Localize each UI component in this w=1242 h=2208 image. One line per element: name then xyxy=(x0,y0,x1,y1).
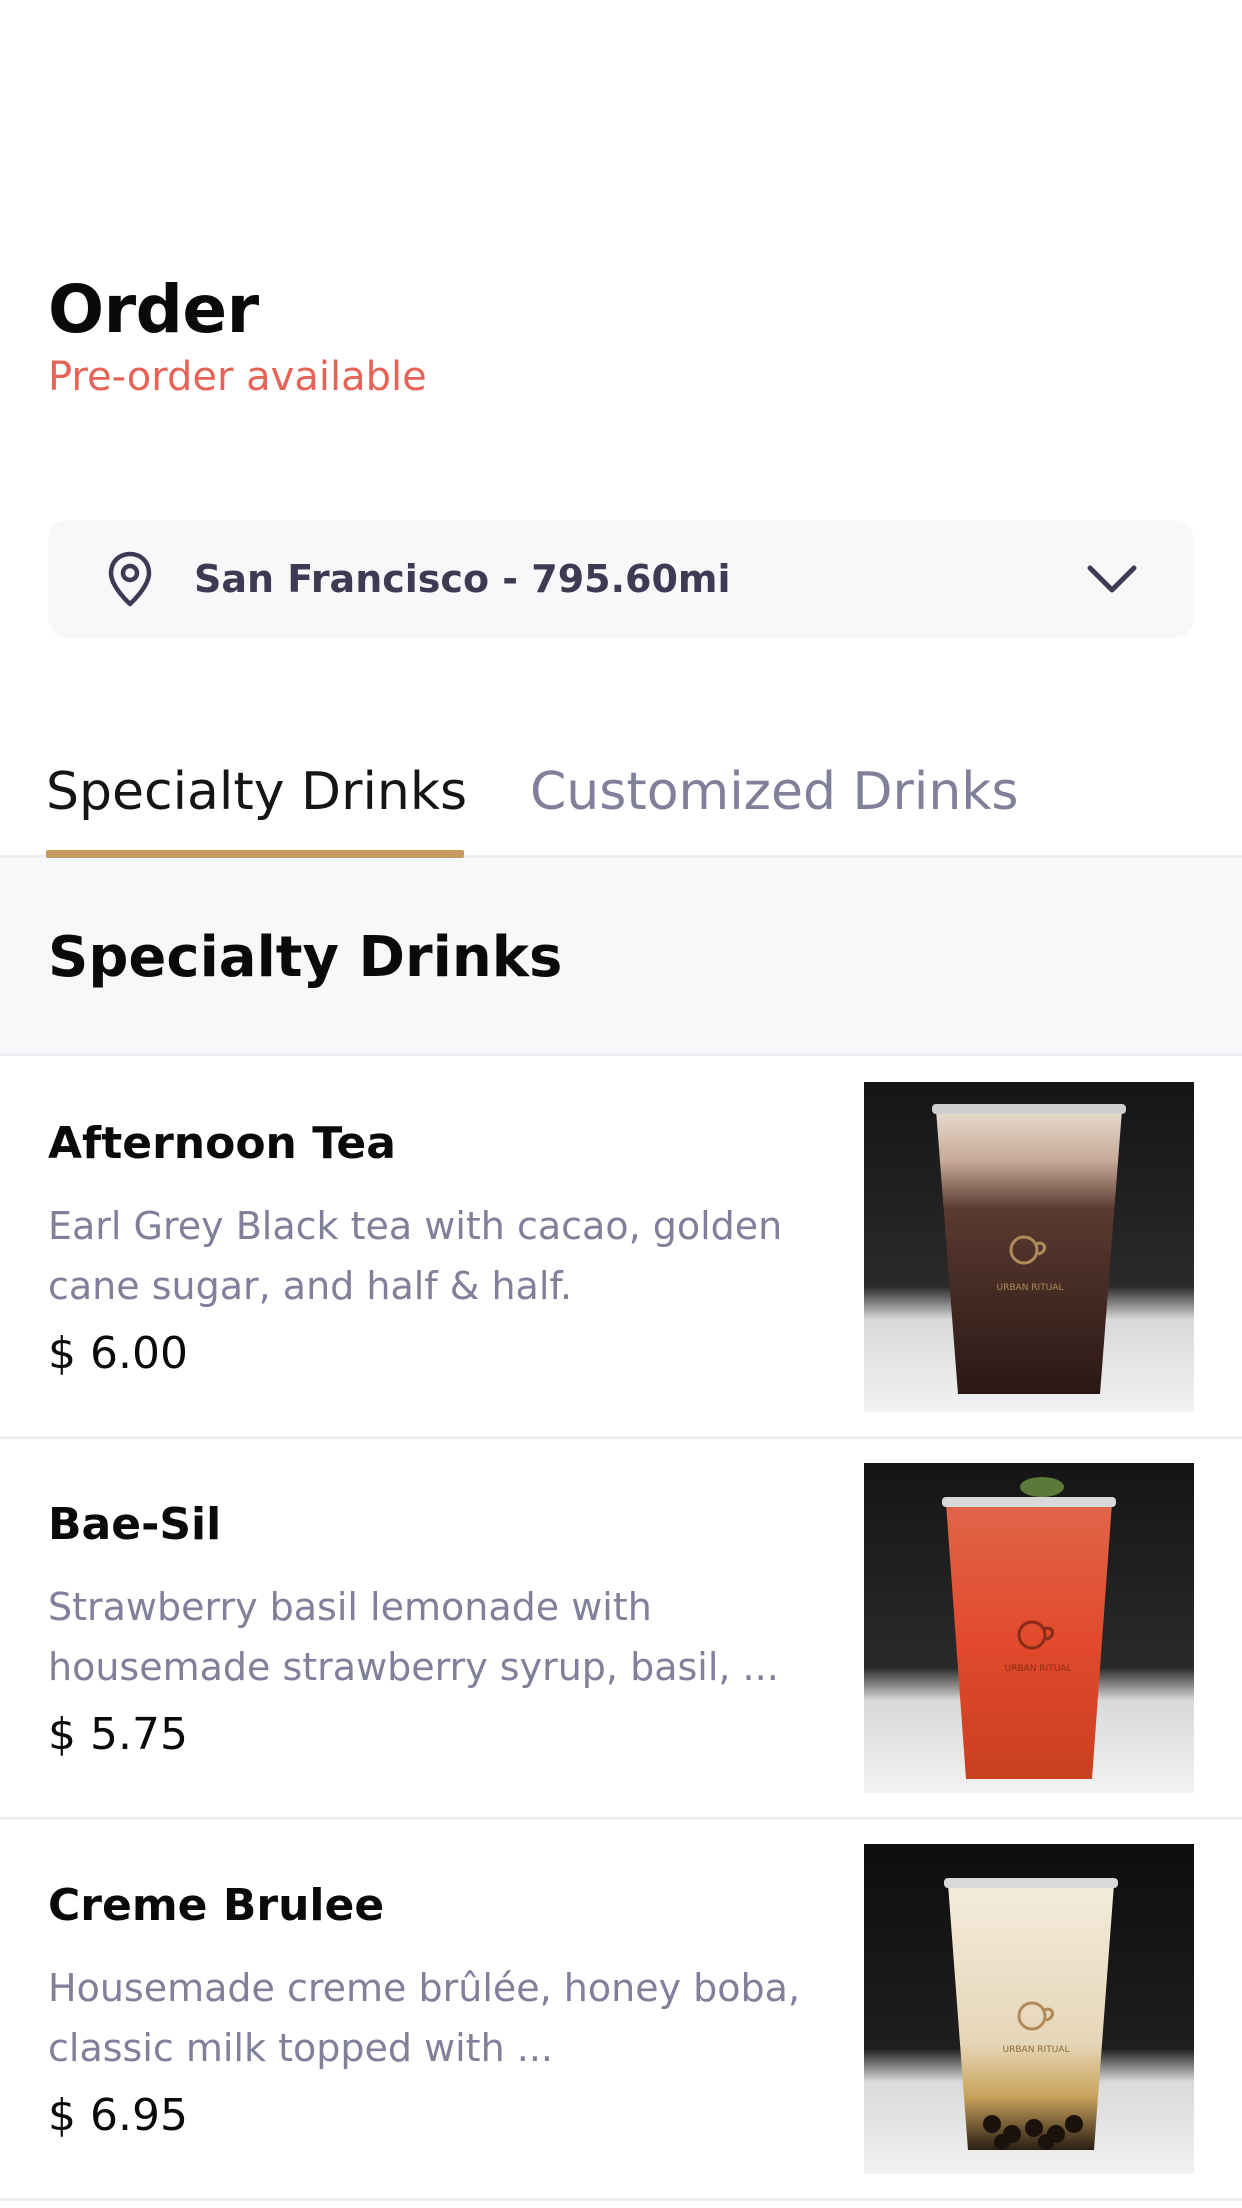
item-description: Earl Grey Black tea with cacao, golden c… xyxy=(48,1204,783,1308)
page-title: Order xyxy=(48,271,259,348)
item-photo: URBAN RITUAL xyxy=(864,1082,1194,1412)
item-price: $ 5.75 xyxy=(48,1709,188,1760)
tab-specialty-drinks[interactable]: Specialty Drinks xyxy=(46,760,467,824)
item-price: $ 6.00 xyxy=(48,1328,188,1379)
item-photo: URBAN RITUAL xyxy=(864,1463,1194,1793)
active-tab-indicator xyxy=(46,850,464,858)
item-name: Afternoon Tea xyxy=(48,1118,396,1169)
item-price: $ 6.95 xyxy=(48,2090,188,2141)
item-description: Housemade creme brûlée, honey boba, clas… xyxy=(48,1966,801,2070)
preorder-status: Pre-order available xyxy=(48,354,427,400)
cup-logo-text: URBAN RITUAL xyxy=(1003,2045,1070,2055)
location-label: San Francisco - 795.60mi xyxy=(194,557,731,601)
chevron-down-icon[interactable] xyxy=(1086,564,1138,594)
item-description: Strawberry basil lemonade with housemade… xyxy=(48,1585,779,1689)
location-pin-icon xyxy=(108,551,152,607)
item-name: Creme Brulee xyxy=(48,1880,385,1931)
location-selector[interactable]: San Francisco - 795.60mi xyxy=(48,520,1194,638)
cup-logo-text: URBAN RITUAL xyxy=(1005,1664,1072,1674)
page-header: Order Pre-order available xyxy=(48,270,427,402)
menu-item-bae-sil[interactable]: Bae-Sil Strawberry basil lemonade with h… xyxy=(0,1439,1242,1820)
item-name: Bae-Sil xyxy=(48,1499,222,1550)
section-title: Specialty Drinks xyxy=(48,925,563,990)
menu-tabs: Specialty Drinks Customized Drinks xyxy=(0,740,1242,858)
order-screen: Order Pre-order available San Francisco … xyxy=(0,0,1242,2208)
menu-item-afternoon-tea[interactable]: Afternoon Tea Earl Grey Black tea with c… xyxy=(0,1058,1242,1439)
item-photo: URBAN RITUAL xyxy=(864,1844,1194,2174)
section-header: Specialty Drinks xyxy=(0,858,1242,1056)
cup-logo-text: URBAN RITUAL xyxy=(997,1283,1064,1293)
menu-item-creme-brulee[interactable]: Creme Brulee Housemade creme brûlée, hon… xyxy=(0,1820,1242,2201)
tab-customized-drinks[interactable]: Customized Drinks xyxy=(530,760,1019,824)
